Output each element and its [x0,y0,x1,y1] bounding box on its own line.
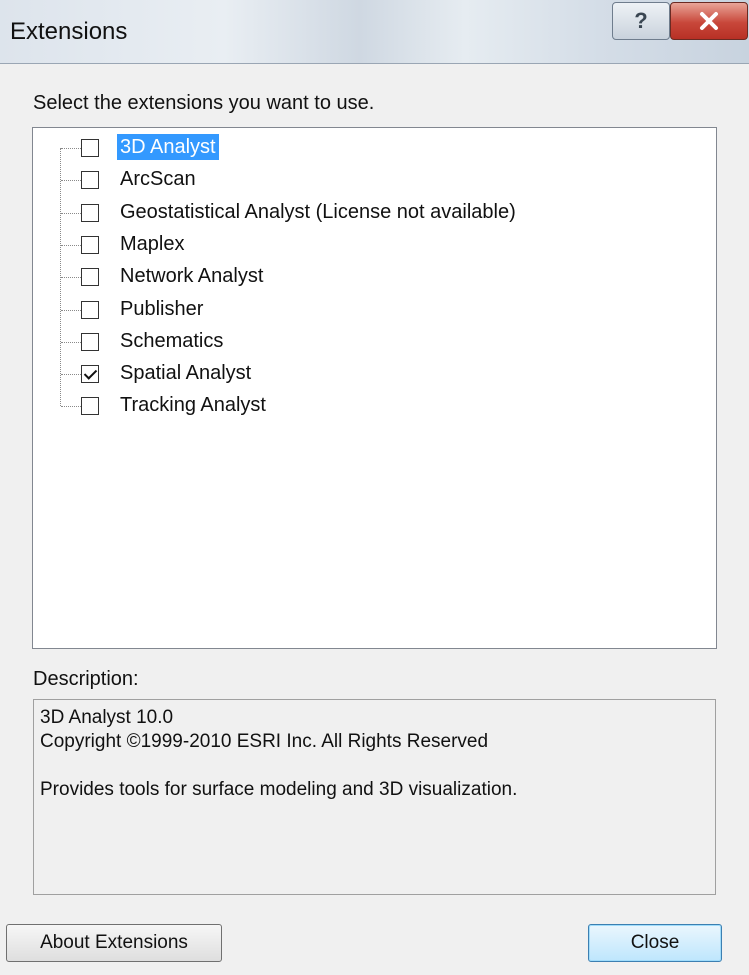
description-box: 3D Analyst 10.0 Copyright ©1999-2010 ESR… [33,699,716,895]
tree-branch-line [61,180,81,182]
extension-checkbox[interactable] [81,268,99,287]
extension-item[interactable]: Schematics [33,326,673,358]
about-extensions-button[interactable]: About Extensions [6,924,222,962]
extension-item[interactable]: ArcScan [33,164,673,196]
extension-checkbox[interactable] [81,397,99,416]
extension-checkbox[interactable] [81,300,99,319]
extension-item[interactable]: Tracking Analyst [33,390,673,422]
extension-label: Tracking Analyst [120,394,266,417]
extension-checkbox[interactable] [81,332,99,351]
extension-item[interactable]: 3D Analyst [33,132,673,164]
extension-label: Publisher [120,297,204,320]
close-x-icon [700,12,718,30]
extension-item[interactable]: Network Analyst [33,261,673,293]
description-title: 3D Analyst 10.0 [40,707,174,728]
extension-label: Geostatistical Analyst (License not avai… [120,200,516,223]
title-bar[interactable]: Extensions ? [0,0,749,64]
extension-label: ArcScan [120,168,196,191]
tree-branch-line [61,309,81,311]
extension-checkbox[interactable] [81,139,99,157]
window-title: Extensions [10,18,128,45]
description-label: Description: [33,668,139,690]
tree-branch-line [61,148,81,149]
extension-checkbox[interactable] [81,365,99,384]
extension-item[interactable]: Geostatistical Analyst (License not avai… [33,197,673,229]
extension-item[interactable]: Publisher [33,294,673,326]
extension-label: Schematics [120,329,224,352]
extension-item[interactable]: Maplex [33,229,673,261]
help-icon: ? [634,8,648,33]
extension-checkbox[interactable] [81,203,99,222]
extension-label: Network Analyst [120,265,264,288]
tree-branch-line [61,341,81,343]
extension-label: 3D Analyst [117,134,219,160]
help-button[interactable]: ? [612,2,670,40]
tree-branch-line [61,212,81,214]
window-close-button[interactable] [670,2,748,40]
description-copyright: Copyright ©1999-2010 ESRI Inc. All Right… [40,731,489,752]
tree-branch-line [61,277,81,279]
extensions-list[interactable]: 3D Analyst ArcScan Geostatistical Analyst … [32,127,717,649]
tree-branch-line [61,406,81,408]
extension-label: Maplex [120,232,185,255]
tree-branch-line [61,244,81,246]
extension-checkbox[interactable] [81,171,99,190]
extension-checkbox[interactable] [81,235,99,254]
description-text: Provides tools for surface modeling and … [40,779,518,800]
extension-item[interactable]: Spatial Analyst [33,358,673,390]
extensions-dialog: Extensions ? Select the extensions you w… [0,0,749,975]
extension-label: Spatial Analyst [120,362,252,385]
tree-branch-line [61,374,81,376]
close-button[interactable]: Close [588,924,722,962]
instruction-text: Select the extensions you want to use. [33,92,375,114]
